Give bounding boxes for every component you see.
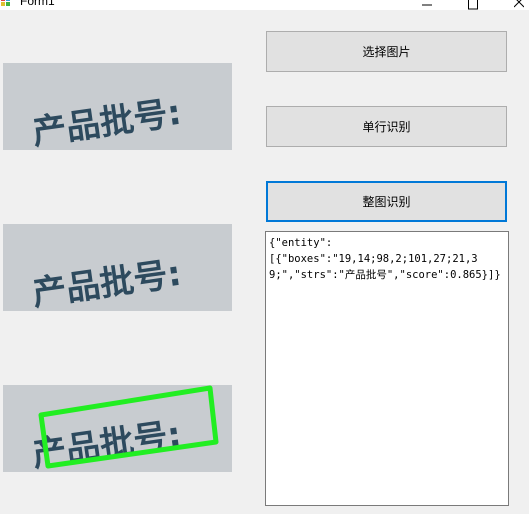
maximize-icon [468, 0, 478, 10]
app-icon [1, 0, 10, 6]
minimize-button[interactable] [404, 0, 450, 10]
window-title: Form1 [20, 0, 55, 8]
single-line-recognition-button[interactable]: 单行识别 [266, 106, 507, 147]
result-textbox[interactable]: {"entity": [{"boxes":"19,14;98,2;101,27;… [265, 231, 509, 506]
select-image-button[interactable]: 选择图片 [266, 31, 507, 72]
minimize-icon [422, 4, 432, 6]
close-button[interactable] [496, 0, 529, 10]
original-image-picture: 产品批号: [3, 63, 232, 150]
title-bar[interactable]: Form1 [0, 0, 529, 10]
processed-image-picture: 产品批号: [3, 224, 232, 311]
close-icon [514, 0, 524, 8]
result-image-picture: 产品批号: [3, 385, 232, 472]
maximize-button[interactable] [450, 0, 496, 10]
whole-image-recognition-button[interactable]: 整图识别 [266, 181, 507, 222]
